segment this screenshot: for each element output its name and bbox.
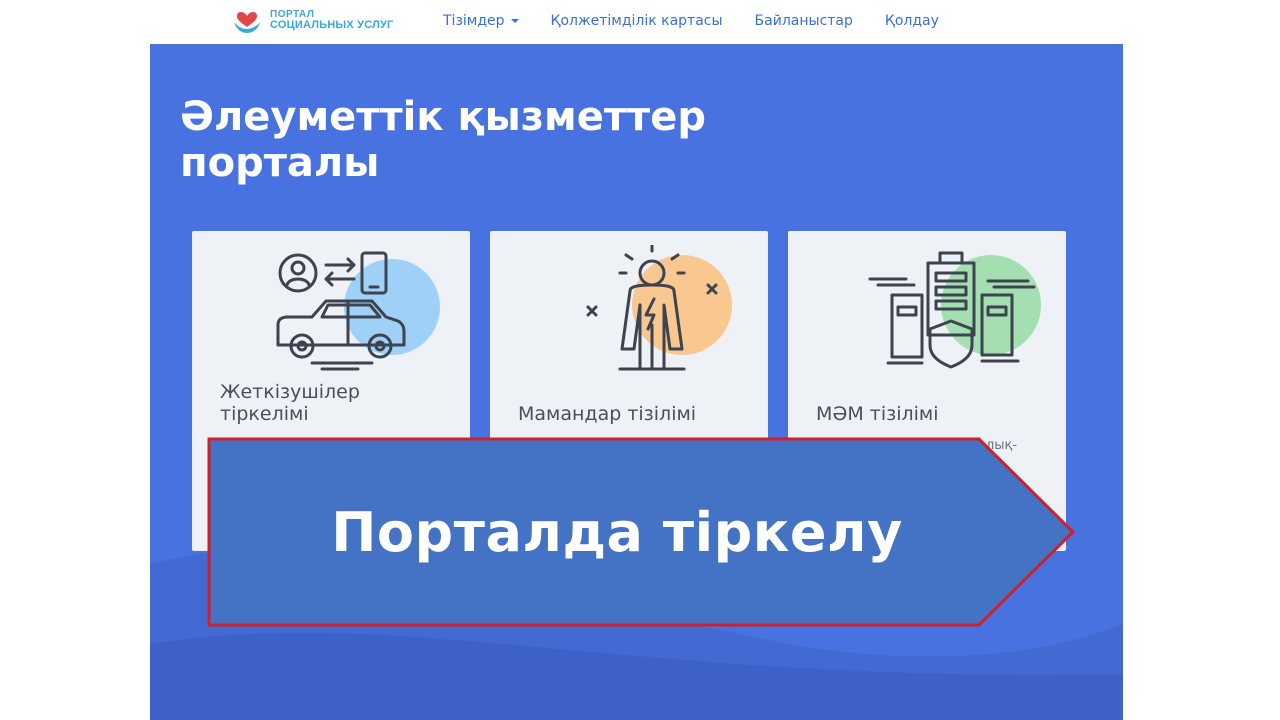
- buildings-shield-icon: [868, 251, 1041, 369]
- hero-specialist-icon: [586, 245, 732, 371]
- navbar: ПОРТАЛ СОЦИАЛЬНЫХ УСЛУГ Тізімдер Қолжеті…: [150, 0, 1123, 44]
- card-title: МӘМ тізілімі: [816, 403, 939, 425]
- car-user-phone-icon: [276, 251, 440, 371]
- page-title: Әлеуметтік қызметтер порталы: [180, 94, 706, 186]
- nav-item-accessibility-map[interactable]: Қолжетімділік картасы: [551, 13, 723, 29]
- nav-item-contacts[interactable]: Байланыстар: [755, 13, 853, 29]
- heart-hands-icon: [234, 11, 260, 33]
- site-logo[interactable]: ПОРТАЛ СОЦИАЛЬНЫХ УСЛУГ: [230, 4, 394, 38]
- nav-item-lists[interactable]: Тізімдер: [443, 13, 519, 29]
- card-title: Мамандар тізілімі: [518, 403, 697, 425]
- banner-text: Порталда тіркелу: [331, 500, 903, 564]
- slide: ПОРТАЛ СОЦИАЛЬНЫХ УСЛУГ Тізімдер Қолжеті…: [0, 0, 1280, 720]
- nav-item-lists-label: Тізімдер: [443, 13, 505, 29]
- logo-line-2: СОЦИАЛЬНЫХ УСЛУГ: [270, 19, 394, 32]
- caret-down-icon: [510, 19, 519, 23]
- card-title: Жеткізушілер тіркелімі: [220, 381, 360, 425]
- main-nav: Тізімдер Қолжетімділік картасы Байланыст…: [443, 13, 971, 29]
- nav-item-support[interactable]: Қолдау: [885, 13, 939, 29]
- register-banner[interactable]: Порталда тіркелу: [207, 437, 1077, 627]
